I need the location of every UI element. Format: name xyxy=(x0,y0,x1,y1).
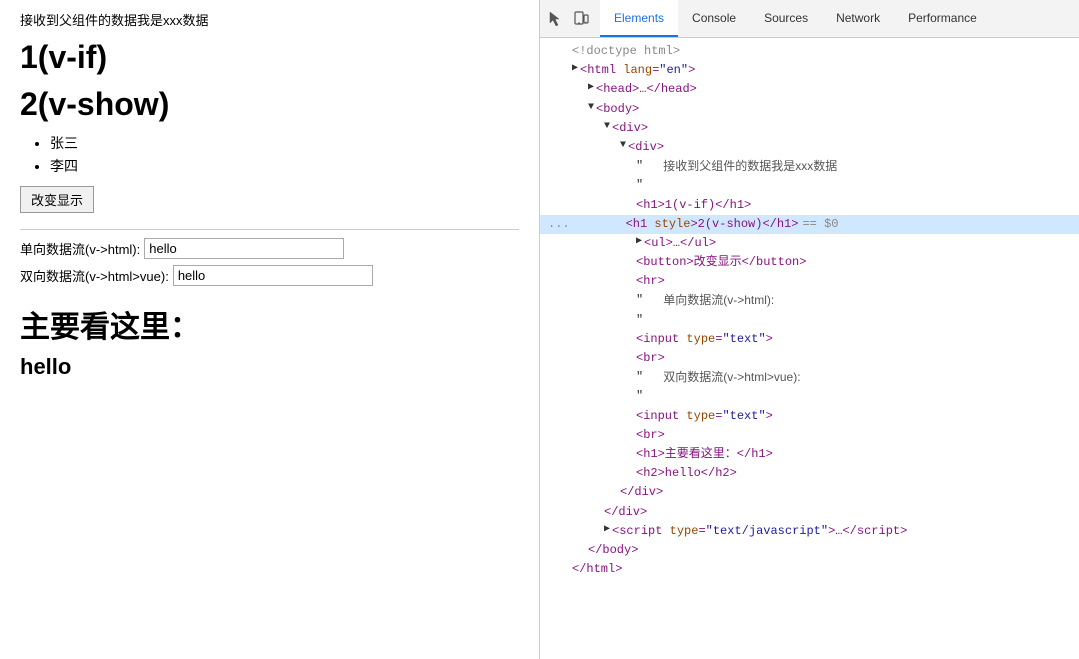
devtools-panel: Elements Console Sources Network Perform… xyxy=(540,0,1079,659)
side-text-3: 双向数据流(v->html>vue): xyxy=(663,368,800,387)
h1-style-tag: <h1 style>2(v-show)</h1> xyxy=(626,215,799,234)
input-row-2: 双向数据流(v->html>vue): xyxy=(20,265,519,286)
html-line: ▼ <body> xyxy=(540,100,1079,119)
div-tag: <div> xyxy=(628,138,664,157)
triangle-icon: ▶ xyxy=(588,80,594,96)
html-line: <input type="text"> xyxy=(540,407,1079,426)
triangle-icon: ▼ xyxy=(620,138,626,154)
dots: ... xyxy=(548,215,570,234)
triangle-icon: ▶ xyxy=(636,234,642,250)
pseudo-element: == $0 xyxy=(802,215,838,234)
cursor-icon[interactable] xyxy=(544,8,566,30)
button-tag: <button>改变显示</button> xyxy=(636,253,806,272)
input-tag: <input type="text"> xyxy=(636,330,773,349)
main-title: 主要看这里： xyxy=(20,302,519,346)
tab-sources[interactable]: Sources xyxy=(750,0,822,37)
side-text-2: 单向数据流(v->html): xyxy=(663,291,774,310)
br-tag: <br> xyxy=(636,349,665,368)
html-line: </div> xyxy=(540,503,1079,522)
list-item: 张三 xyxy=(50,133,519,153)
input1-label: 单向数据流(v->html): xyxy=(20,239,140,258)
hr-tag: <hr> xyxy=(636,272,665,291)
h1-vshow: 2(v-show) xyxy=(20,86,519,123)
h1-tag: <h1>1(v-if)</h1> xyxy=(636,196,751,215)
change-display-button[interactable]: 改变显示 xyxy=(20,186,94,213)
tab-elements[interactable]: Elements xyxy=(600,0,678,37)
devtools-html-content: <!doctype html> ▶ <html lang="en"> ▶ <he… xyxy=(540,38,1079,659)
triangle-icon: ▼ xyxy=(604,119,610,135)
html-line: ▶ <html lang="en"> xyxy=(540,61,1079,80)
html-line: ▶ <head>…</head> xyxy=(540,80,1079,99)
div-tag: <div> xyxy=(612,119,648,138)
html-line: ▼ <div> xyxy=(540,119,1079,138)
html-line: " 双向数据流(v->html>vue): xyxy=(540,368,1079,387)
text-node: " xyxy=(636,387,643,406)
divider xyxy=(20,229,519,230)
html-line: <h2>hello</h2> xyxy=(540,464,1079,483)
text-node: " xyxy=(636,157,643,176)
input2-label: 双向数据流(v->html>vue): xyxy=(20,266,169,285)
input-row-1: 单向数据流(v->html): xyxy=(20,238,519,259)
html-line: " xyxy=(540,176,1079,195)
head-tag: <head>…</head> xyxy=(596,80,697,99)
html-close: </html> xyxy=(572,560,622,579)
html-line: <br> xyxy=(540,349,1079,368)
body-tag: <body> xyxy=(596,100,639,119)
br-tag2: <br> xyxy=(636,426,665,445)
hello-text: hello xyxy=(20,354,519,380)
devtools-tabs: Elements Console Sources Network Perform… xyxy=(600,0,991,37)
list: 张三 李四 xyxy=(50,133,519,176)
ul-tag: <ul>…</ul> xyxy=(644,234,716,253)
top-text: 接收到父组件的数据我是xxx数据 xyxy=(20,10,519,29)
text-node: " xyxy=(636,176,643,195)
html-line: <input type="text"> xyxy=(540,330,1079,349)
text-node: " xyxy=(636,311,643,330)
html-line-selected: ... <h1 style>2(v-show)</h1> == $0 xyxy=(540,215,1079,234)
input-tag2: <input type="text"> xyxy=(636,407,773,426)
triangle-icon: ▶ xyxy=(572,61,578,77)
devtools-icons xyxy=(544,8,592,30)
webpage-content: 接收到父组件的数据我是xxx数据 1(v-if) 2(v-show) 张三 李四… xyxy=(0,0,540,659)
input2-field[interactable] xyxy=(173,265,373,286)
html-line: ▶ <ul>…</ul> xyxy=(540,234,1079,253)
html-line: <hr> xyxy=(540,272,1079,291)
script-tag: <script type="text/javascript">…</script… xyxy=(612,522,907,541)
html-line: " xyxy=(540,311,1079,330)
text-node: " xyxy=(636,291,643,310)
list-item: 李四 xyxy=(50,156,519,176)
div-close2: </div> xyxy=(604,503,647,522)
side-text-1: 接收到父组件的数据我是xxx数据 xyxy=(663,157,837,176)
input1-field[interactable] xyxy=(144,238,344,259)
tab-performance[interactable]: Performance xyxy=(894,0,991,37)
doctype: <!doctype html> xyxy=(572,42,680,61)
h2-hello-tag: <h2>hello</h2> xyxy=(636,464,737,483)
html-line: ▼ <div> xyxy=(540,138,1079,157)
h1-main-tag: <h1>主要看这里：</h1> xyxy=(636,445,773,464)
html-line: </body> xyxy=(540,541,1079,560)
html-line: <!doctype html> xyxy=(540,42,1079,61)
html-line: <br> xyxy=(540,426,1079,445)
html-tag: <html lang="en"> xyxy=(580,61,695,80)
h1-vif: 1(v-if) xyxy=(20,39,519,76)
html-line: <h1>1(v-if)</h1> xyxy=(540,196,1079,215)
html-line: </html> xyxy=(540,560,1079,579)
body-close: </body> xyxy=(588,541,638,560)
tab-network[interactable]: Network xyxy=(822,0,894,37)
div-close: </div> xyxy=(620,483,663,502)
triangle-icon: ▼ xyxy=(588,100,594,116)
tab-console[interactable]: Console xyxy=(678,0,750,37)
html-line: " 接收到父组件的数据我是xxx数据 xyxy=(540,157,1079,176)
device-icon[interactable] xyxy=(570,8,592,30)
html-line: " 单向数据流(v->html): xyxy=(540,291,1079,310)
html-line: </div> xyxy=(540,483,1079,502)
triangle-icon: ▶ xyxy=(604,522,610,538)
html-line: <h1>主要看这里：</h1> xyxy=(540,445,1079,464)
html-line: " xyxy=(540,387,1079,406)
devtools-toolbar: Elements Console Sources Network Perform… xyxy=(540,0,1079,38)
html-line: <button>改变显示</button> xyxy=(540,253,1079,272)
text-node: " xyxy=(636,368,643,387)
html-line: ▶ <script type="text/javascript">…</scri… xyxy=(540,522,1079,541)
